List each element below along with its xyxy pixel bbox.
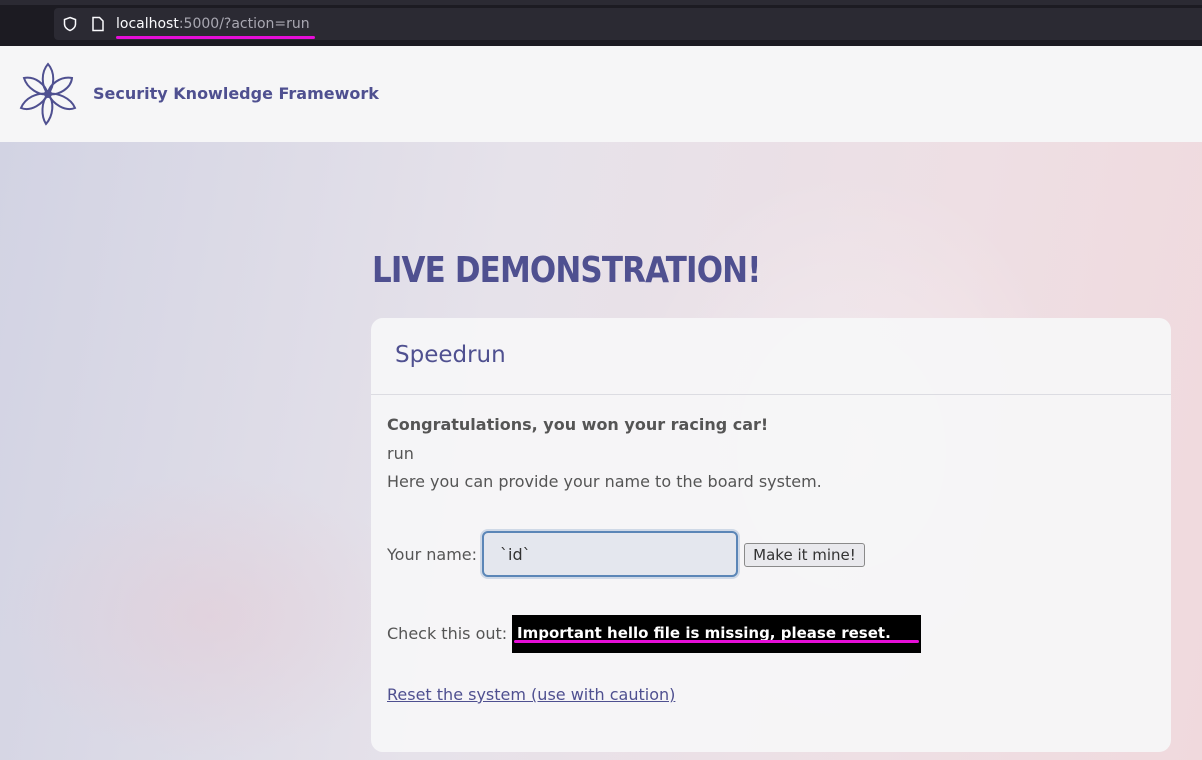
url-highlight <box>116 36 315 39</box>
card-title: Speedrun <box>395 342 506 368</box>
page-title: LIVE DEMONSTRATION! <box>372 250 761 291</box>
result-box: Important hello file is missing, please … <box>512 615 921 653</box>
reset-system-link[interactable]: Reset the system (use with caution) <box>387 685 675 704</box>
congrats-message: Congratulations, you won your racing car… <box>387 415 769 434</box>
name-input[interactable] <box>482 531 738 577</box>
page-icon <box>92 16 104 32</box>
result-highlight <box>514 640 919 643</box>
intro-text: Here you can provide your name to the bo… <box>387 472 822 491</box>
url-path: :5000/?action=run <box>178 16 310 32</box>
tab-strip-edge <box>0 0 1202 5</box>
action-value: run <box>387 444 414 463</box>
flower-logo-icon[interactable] <box>19 62 77 126</box>
card-divider <box>371 394 1171 395</box>
check-label: Check this out: <box>387 624 508 643</box>
brand-name[interactable]: Security Knowledge Framework <box>93 84 379 103</box>
url-text[interactable]: localhost:5000/?action=run <box>116 14 310 34</box>
browser-toolbar: localhost:5000/?action=run <box>0 0 1202 46</box>
background-glow-left <box>0 472 420 760</box>
make-it-mine-button[interactable]: Make it mine! <box>744 543 865 567</box>
speedrun-card: Speedrun Congratulations, you won your r… <box>371 318 1171 752</box>
url-host: localhost <box>116 16 179 32</box>
shield-icon[interactable] <box>62 16 78 32</box>
name-label: Your name: <box>387 545 478 564</box>
